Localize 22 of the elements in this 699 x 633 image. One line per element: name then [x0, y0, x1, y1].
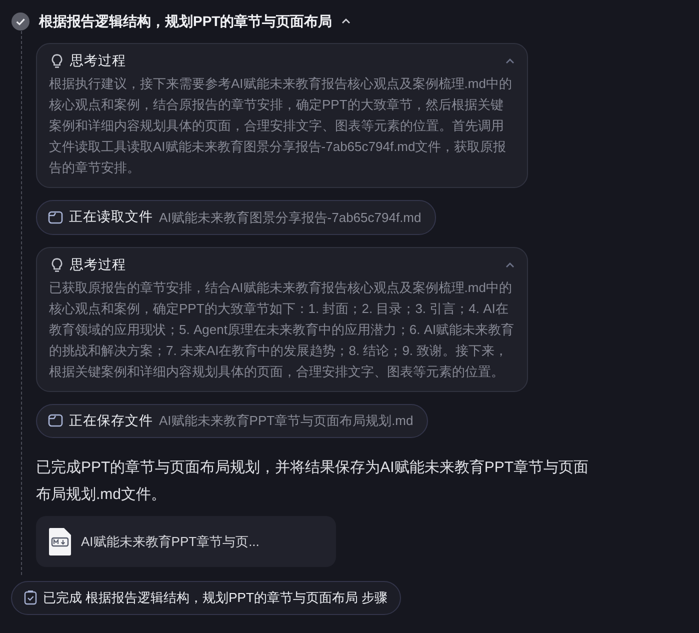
file-action-label: 正在保存文件 — [69, 412, 153, 430]
step-title: 根据报告逻辑结构，规划PPT的章节与页面布局 — [39, 12, 332, 30]
lightbulb-icon — [49, 256, 65, 273]
thought-text: 根据执行建议，接下来需要参考AI赋能未来教育报告核心观点及案例梳理.md中的核心观点和案例，结合原报告的章节安排，确定PPT的大致章节，然后根据关键案例和详细内容规划具体的页面，合理安排文字、图表等元素的位置。首先调用文件读取工具读取AI赋能未来教育图景分享报告-7ab65c794f.md文件，获取原报告的章节安排。 — [49, 75, 513, 178]
thought-title: 思考过程 — [70, 256, 126, 274]
message-text: 已完成PPT的章节与页面布局规划，并将结果保存为AI赋能未来教育PPT章节与页面布局规划.md文件。 — [36, 458, 590, 505]
file-name: AI赋能未来教育图景分享报告-7ab65c794f.md — [159, 208, 422, 227]
file-action-label: 正在读取文件 — [69, 208, 153, 226]
file-action-chip[interactable]: 正在保存文件 AI赋能未来教育PPT章节与页面布局规划.md — [36, 404, 428, 438]
clipboard-check-icon — [24, 590, 37, 606]
status-text: 已完成 根据报告逻辑结构，规划PPT的章节与页面布局 步骤 — [43, 589, 388, 607]
folder-icon — [48, 210, 63, 224]
folder-icon — [48, 414, 63, 428]
chevron-icon[interactable] — [341, 16, 352, 26]
file-action-chip[interactable]: 正在读取文件 AI赋能未来教育图景分享报告-7ab65c794f.md — [36, 200, 436, 234]
file-name: AI赋能未来教育PPT章节与页面布局规划.md — [159, 412, 414, 430]
lightbulb-icon — [49, 53, 65, 70]
thought-text: 已获取原报告的章节安排，结合AI赋能未来教育报告核心观点及案例梳理.md中的核心观点和案例，确定PPT的大致章节如下：1. 封面；2. 目录；3. 引言；4. AI在教育领域的应用现状；5. Agent原理在未来教育中的应用潜力；6. AI赋能未来教育的挑战和解决方案；7. 未来AI在教育中的发展趋势；8. 结论；9. 致谢。接下来，根据关键案例和详细内容规划具体的页面，合理安排文字、图表等元素的位置。 — [49, 278, 515, 381]
file-attachment[interactable]: AI赋能未来教育PPT章节与页... — [36, 516, 336, 567]
thought-title: 思考过程 — [70, 52, 126, 70]
attachment-name: AI赋能未来教育PPT章节与页... — [81, 532, 260, 551]
markdown-file-icon — [48, 527, 72, 556]
